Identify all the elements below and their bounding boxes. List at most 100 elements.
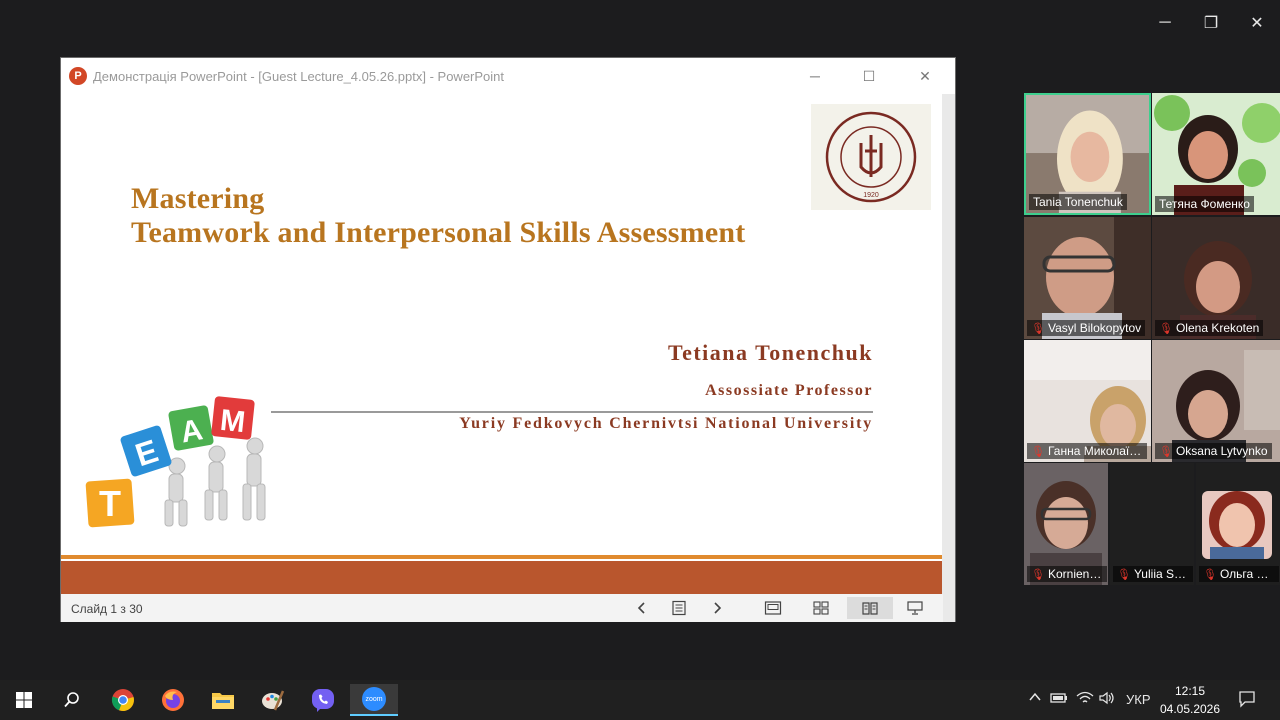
viber-taskbar-button[interactable] xyxy=(301,684,345,716)
ppt-close-button[interactable]: ✕ xyxy=(913,66,937,86)
participant-video xyxy=(1202,491,1272,559)
zoom-taskbar-button[interactable]: zoom xyxy=(350,684,398,716)
block-m: M xyxy=(211,396,255,440)
participant-name: 🎙 Kornienk... xyxy=(1027,566,1107,582)
team-illustration: T E A M xyxy=(85,396,266,528)
slide-university: Yuriy Fedkovych Chernivtsi National Univ… xyxy=(459,415,873,432)
slideshow-button[interactable] xyxy=(901,597,929,619)
firefox-taskbar-button[interactable] xyxy=(151,684,195,716)
participant-tile[interactable]: 🎙 Vasyl Bilokopytov xyxy=(1024,217,1151,339)
svg-text:M: M xyxy=(218,404,246,439)
clock-date[interactable]: 04.05.2026 xyxy=(1155,702,1225,716)
chrome-taskbar-button[interactable] xyxy=(101,684,145,716)
participant-tile[interactable]: 🎙 Olena Krekoten xyxy=(1152,217,1280,339)
minimize-button[interactable]: ─ xyxy=(1152,10,1178,36)
participant-name: 🎙 Vasyl Bilokopytov xyxy=(1027,320,1146,336)
participant-tile[interactable]: 🎙 Yuliia Sh... xyxy=(1110,463,1194,585)
participant-tile[interactable]: Тетяна Фоменко xyxy=(1152,93,1280,215)
block-a: A xyxy=(168,405,214,451)
viber-icon xyxy=(312,689,334,712)
prev-slide-button[interactable] xyxy=(628,597,656,619)
battery-icon xyxy=(1050,693,1067,703)
slide-sorter-button[interactable] xyxy=(807,597,835,619)
wifi-indicator[interactable] xyxy=(1076,691,1094,708)
participant-name: 🎙 Yuliia Sh... xyxy=(1113,566,1193,582)
muted-mic-icon: 🎙 xyxy=(1031,569,1045,581)
firefox-icon xyxy=(162,689,184,711)
participant-tile[interactable]: 🎙 Ганна Миколаїв... xyxy=(1024,340,1151,462)
muted-mic-icon: 🎙 xyxy=(1117,569,1131,581)
muted-mic-icon: 🎙 xyxy=(1159,446,1173,458)
restore-icon: ❐ xyxy=(1203,15,1219,32)
notifications-button[interactable] xyxy=(1238,690,1256,711)
seal-year: 1920 xyxy=(863,192,879,199)
slide-menu-icon xyxy=(672,600,686,616)
slide-canvas[interactable]: 1920 Mastering Teamwork and Interpersona… xyxy=(61,94,943,594)
powerpoint-window: P Демонстрація PowerPoint - [Guest Lectu… xyxy=(60,57,956,622)
reading-view-button[interactable] xyxy=(847,597,893,619)
powerpoint-titlebar: P Демонстрація PowerPoint - [Guest Lectu… xyxy=(61,58,955,94)
speaker-icon xyxy=(1099,691,1114,705)
participant-name: Tania Tonenchuk xyxy=(1029,194,1127,210)
slide-menu-button[interactable] xyxy=(665,597,693,619)
notification-icon xyxy=(1239,691,1255,708)
participant-tile[interactable]: 🎙 Oksana Lytvynko xyxy=(1152,340,1280,462)
ppt-scrollbar[interactable] xyxy=(942,94,955,622)
zoom-icon: zoom xyxy=(362,687,386,711)
normal-view-button[interactable] xyxy=(759,597,787,619)
windows-logo-icon xyxy=(16,692,32,708)
close-icon: ✕ xyxy=(1250,15,1264,32)
chrome-icon xyxy=(111,689,134,712)
slide-accent-line xyxy=(61,555,943,559)
clock-time[interactable]: 12:15 xyxy=(1155,684,1225,698)
seal-icon: 1920 xyxy=(825,111,917,203)
windows-taskbar: zoom УКР 12:15 04.05.2026 xyxy=(0,680,1280,720)
reading-view-icon xyxy=(862,602,878,615)
slide-role: Assossiate Professor xyxy=(705,382,873,399)
file-explorer-taskbar-button[interactable] xyxy=(201,684,245,716)
folder-icon xyxy=(212,693,234,709)
participant-name: Тетяна Фоменко xyxy=(1155,196,1254,212)
volume-indicator[interactable] xyxy=(1098,691,1116,708)
participant-name: 🎙 Ганна Миколаїв... xyxy=(1027,443,1147,459)
wifi-icon xyxy=(1076,691,1094,703)
slide-counter: Слайд 1 з 30 xyxy=(71,602,143,616)
normal-view-icon xyxy=(764,601,782,615)
close-button[interactable]: ✕ xyxy=(1244,10,1270,36)
muted-mic-icon: 🎙 xyxy=(1031,323,1045,335)
powerpoint-window-title: Демонстрація PowerPoint - [Guest Lecture… xyxy=(93,69,505,84)
restore-button[interactable]: ❐ xyxy=(1198,10,1224,36)
slide-footer-band xyxy=(61,561,943,594)
team-figures xyxy=(164,437,266,527)
ppt-maximize-button[interactable]: ☐ xyxy=(857,66,881,86)
palette-icon xyxy=(262,690,285,711)
slide-title-line1: Mastering xyxy=(131,182,265,215)
paint-taskbar-button[interactable] xyxy=(251,684,295,716)
slideshow-icon xyxy=(907,601,923,615)
battery-indicator[interactable] xyxy=(1050,691,1068,708)
powerpoint-logo-icon: P xyxy=(69,67,87,85)
block-e: E xyxy=(120,425,172,477)
search-button[interactable] xyxy=(50,684,94,716)
chevron-right-icon xyxy=(714,602,722,614)
start-button[interactable] xyxy=(2,684,46,716)
university-seal-logo: 1920 xyxy=(811,104,931,210)
muted-mic-icon: 🎙 xyxy=(1203,569,1217,581)
language-indicator[interactable]: УКР xyxy=(1126,692,1151,707)
block-t: T xyxy=(85,478,135,528)
ppt-status-bar: Слайд 1 з 30 xyxy=(61,594,943,622)
next-slide-button[interactable] xyxy=(703,597,731,619)
ppt-minimize-button[interactable]: ─ xyxy=(803,66,827,86)
slide-title-line2: Teamwork and Interpersonal Skills Assess… xyxy=(131,216,746,249)
slide-divider xyxy=(271,411,873,413)
slide-sorter-icon xyxy=(813,601,829,615)
participant-tile[interactable]: Tania Tonenchuk xyxy=(1024,93,1151,215)
participant-tile[interactable]: 🎙 Kornienk... xyxy=(1024,463,1108,585)
muted-mic-icon: 🎙 xyxy=(1031,446,1045,458)
participant-name: 🎙 Oksana Lytvynko xyxy=(1155,443,1272,459)
participant-name: 🎙 Olena Krekoten xyxy=(1155,320,1264,336)
chevron-left-icon xyxy=(637,602,645,614)
show-hidden-icons-button[interactable] xyxy=(1028,690,1042,707)
participant-tile[interactable]: 🎙 Ольга Бе... xyxy=(1196,463,1280,585)
participant-name: 🎙 Ольга Бе... xyxy=(1199,566,1279,582)
